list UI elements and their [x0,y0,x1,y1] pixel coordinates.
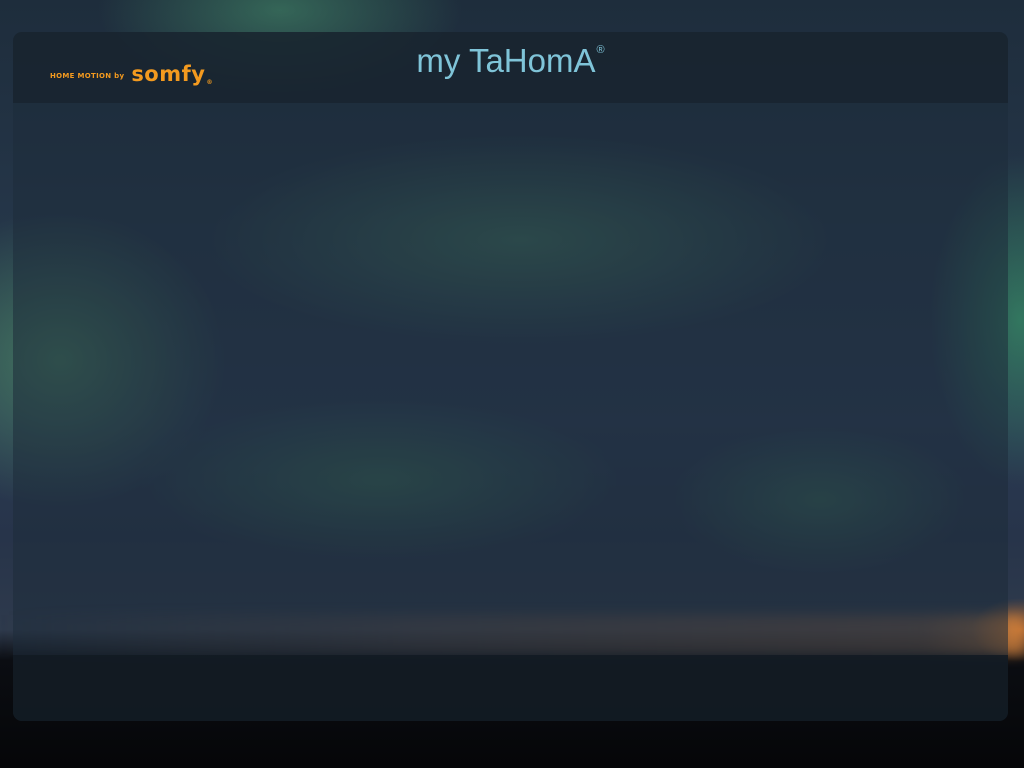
app-title-text: my TaHomA [416,42,596,79]
somfy-logo: HOME MOTION by somfy® [50,60,213,88]
app-title-registered-mark: ® [596,44,605,56]
brand-name: somfy® [131,62,213,86]
brand-name-text: somfy [131,62,206,86]
brand-registered-mark: ® [206,79,213,86]
app-panel: HOME MOTION by somfy® my TaHomA® [13,32,1008,721]
brand-tagline: HOME MOTION by [50,71,125,80]
app-title: my TaHomA® [363,42,658,80]
main-content-area [13,103,1008,655]
footer-bar [13,655,1008,721]
header-bar: HOME MOTION by somfy® my TaHomA® [13,32,1008,103]
